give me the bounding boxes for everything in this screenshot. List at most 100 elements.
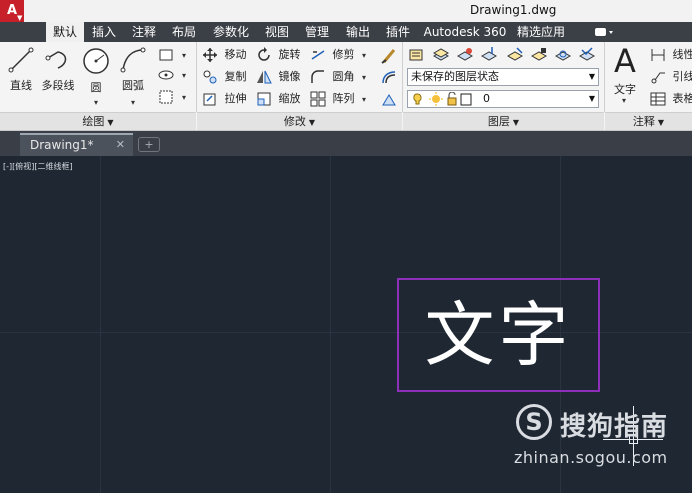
trim-tool-button[interactable]: 修剪 <box>310 46 355 64</box>
leader-icon <box>651 72 665 84</box>
chevron-down-icon: ▼ <box>657 118 665 127</box>
watermark-title: 搜狗指南 <box>560 412 669 442</box>
tab-plugins[interactable]: 插件 <box>380 22 416 42</box>
rotate-tool-button[interactable]: 旋转 <box>256 46 301 64</box>
layer-properties-button[interactable] <box>408 46 426 64</box>
chevron-down-icon[interactable]: ▾ <box>362 95 366 104</box>
ellipse-icon <box>158 70 174 80</box>
stretch-tool-label: 拉伸 <box>224 92 247 105</box>
grid-line <box>100 156 101 493</box>
tab-parametric[interactable]: 参数化 <box>206 22 256 42</box>
copy-tool-button[interactable]: 复制 <box>202 68 247 86</box>
layer-isolate-button[interactable] <box>456 46 474 64</box>
scale-tool-button[interactable]: 缩放 <box>256 90 301 108</box>
line-tool-label: 直线 <box>10 79 32 92</box>
arc-tool-button[interactable]: 圆弧 ▾ <box>116 46 150 107</box>
polyline-tool-button[interactable]: 多段线 <box>40 46 76 93</box>
close-icon[interactable]: ✕ <box>116 135 125 155</box>
brush-icon <box>381 49 396 64</box>
leader-label: 引线 <box>672 70 692 83</box>
move-tool-button[interactable]: 移动 <box>202 46 247 64</box>
layer-state-dropdown[interactable]: 未保存的图层状态 ▼ <box>407 68 599 86</box>
arc-icon <box>120 47 146 73</box>
current-layer-value: 0 <box>483 92 490 105</box>
region-tool-button[interactable] <box>158 88 177 106</box>
chevron-down-icon[interactable]: ▾ <box>182 51 186 60</box>
layer-state-button[interactable] <box>432 46 450 64</box>
array-tool-button[interactable]: 阵列 <box>310 90 355 108</box>
ribbon-tab-bar: 默认 插入 注释 布局 参数化 视图 管理 输出 插件 Autodesk 360… <box>0 22 692 42</box>
array-tool-label: 阵列 <box>332 92 355 105</box>
file-tab-drawing1[interactable]: Drawing1* ✕ <box>20 133 133 156</box>
annotation-panel-title[interactable]: 注释 ▼ <box>605 112 692 130</box>
layer-off-icon <box>506 47 524 61</box>
table-button[interactable]: 表格 <box>650 90 692 108</box>
move-tool-label: 移动 <box>224 48 247 61</box>
explode-tool-button[interactable] <box>380 91 398 109</box>
offset-tool-button[interactable] <box>380 69 398 87</box>
leader-button[interactable]: 引线 <box>650 68 692 86</box>
panel-divider <box>604 42 605 112</box>
draw-panel-label: 绘图 <box>82 115 105 128</box>
table-icon <box>650 92 666 106</box>
rotate-icon <box>258 47 270 61</box>
tab-manage[interactable]: 管理 <box>299 22 335 42</box>
selected-text-object[interactable]: 文字 <box>397 278 600 392</box>
chevron-down-icon: ▼ <box>588 72 595 81</box>
grid-line <box>330 156 331 493</box>
chevron-down-icon[interactable]: ▾ <box>182 71 186 80</box>
annotation-panel-label: 注释 <box>632 115 655 128</box>
tab-output[interactable]: 输出 <box>340 22 376 42</box>
circle-icon <box>83 48 109 74</box>
ribbon-display-toggle[interactable] <box>594 26 616 38</box>
sogou-watermark: S 搜狗指南 zhinan.sogou.com <box>514 404 674 474</box>
text-tool-button[interactable]: A 文字 ▾ <box>610 44 640 105</box>
stretch-tool-button[interactable]: 拉伸 <box>202 90 247 108</box>
hatch-tool-button[interactable] <box>158 66 177 84</box>
mirror-tool-button[interactable]: 镜像 <box>256 68 301 86</box>
erase-tool-button[interactable] <box>380 47 398 65</box>
tab-autodesk-360[interactable]: Autodesk 360 <box>422 22 508 42</box>
ribbon-panel-area: 直线 多段线 圆 ▾ 圆弧 ▾ ▾ ▾ ▾ 移动 旋转 修剪 ▾ 复制 镜像 圆… <box>0 42 692 131</box>
layer-off-button[interactable] <box>506 46 524 64</box>
draw-panel-title[interactable]: 绘图 ▼ <box>0 112 196 130</box>
application-menu-button[interactable]: A ▼ <box>0 0 24 22</box>
rectangle-icon <box>159 49 173 61</box>
layer-walk-button[interactable] <box>554 46 572 64</box>
layer-freeze-icon <box>480 47 498 61</box>
tab-layout[interactable]: 布局 <box>166 22 202 42</box>
rectangle-tool-button[interactable] <box>158 46 177 64</box>
linear-dimension-icon <box>651 49 665 61</box>
scale-icon <box>257 92 271 106</box>
layer-freeze-button[interactable] <box>480 46 498 64</box>
chevron-down-icon[interactable]: ▾ <box>362 51 366 60</box>
layer-match-button[interactable] <box>578 46 596 64</box>
linear-dimension-button[interactable]: 线性 <box>650 46 692 64</box>
layer-lock-button[interactable] <box>530 46 548 64</box>
title-bar: A ▼ Drawing1.dwg <box>0 0 692 22</box>
chevron-down-icon[interactable]: ▾ <box>362 73 366 82</box>
text-tool-label: 文字 <box>614 83 636 96</box>
autocad-logo-icon: A <box>6 3 18 18</box>
layers-panel-title[interactable]: 图层 ▼ <box>403 112 604 130</box>
new-tab-button[interactable]: + <box>138 137 160 152</box>
trim-icon <box>311 50 325 60</box>
layer-state-value: 未保存的图层状态 <box>411 70 499 83</box>
fillet-tool-button[interactable]: 圆角 <box>310 68 355 86</box>
panel-divider <box>196 42 197 112</box>
tab-view[interactable]: 视图 <box>259 22 295 42</box>
viewport-controls[interactable]: [-][俯视][二维线框] <box>3 161 73 172</box>
circle-tool-button[interactable]: 圆 ▾ <box>80 46 112 107</box>
layer-dropdown[interactable]: 0 ▼ <box>407 90 599 108</box>
tab-annotate[interactable]: 注释 <box>126 22 162 42</box>
file-tab-label: Drawing1* <box>30 138 94 152</box>
tab-insert[interactable]: 插入 <box>86 22 122 42</box>
tab-default[interactable]: 默认 <box>46 22 84 42</box>
watermark-url: zhinan.sogou.com <box>514 448 668 467</box>
sogou-logo-icon: S <box>516 404 552 440</box>
chevron-down-icon[interactable]: ▾ <box>182 93 186 102</box>
line-tool-button[interactable]: 直线 <box>6 46 36 93</box>
trim-tool-label: 修剪 <box>332 48 355 61</box>
tab-featured-apps[interactable]: 精选应用 <box>512 22 570 42</box>
modify-panel-title[interactable]: 修改 ▼ <box>197 112 402 130</box>
